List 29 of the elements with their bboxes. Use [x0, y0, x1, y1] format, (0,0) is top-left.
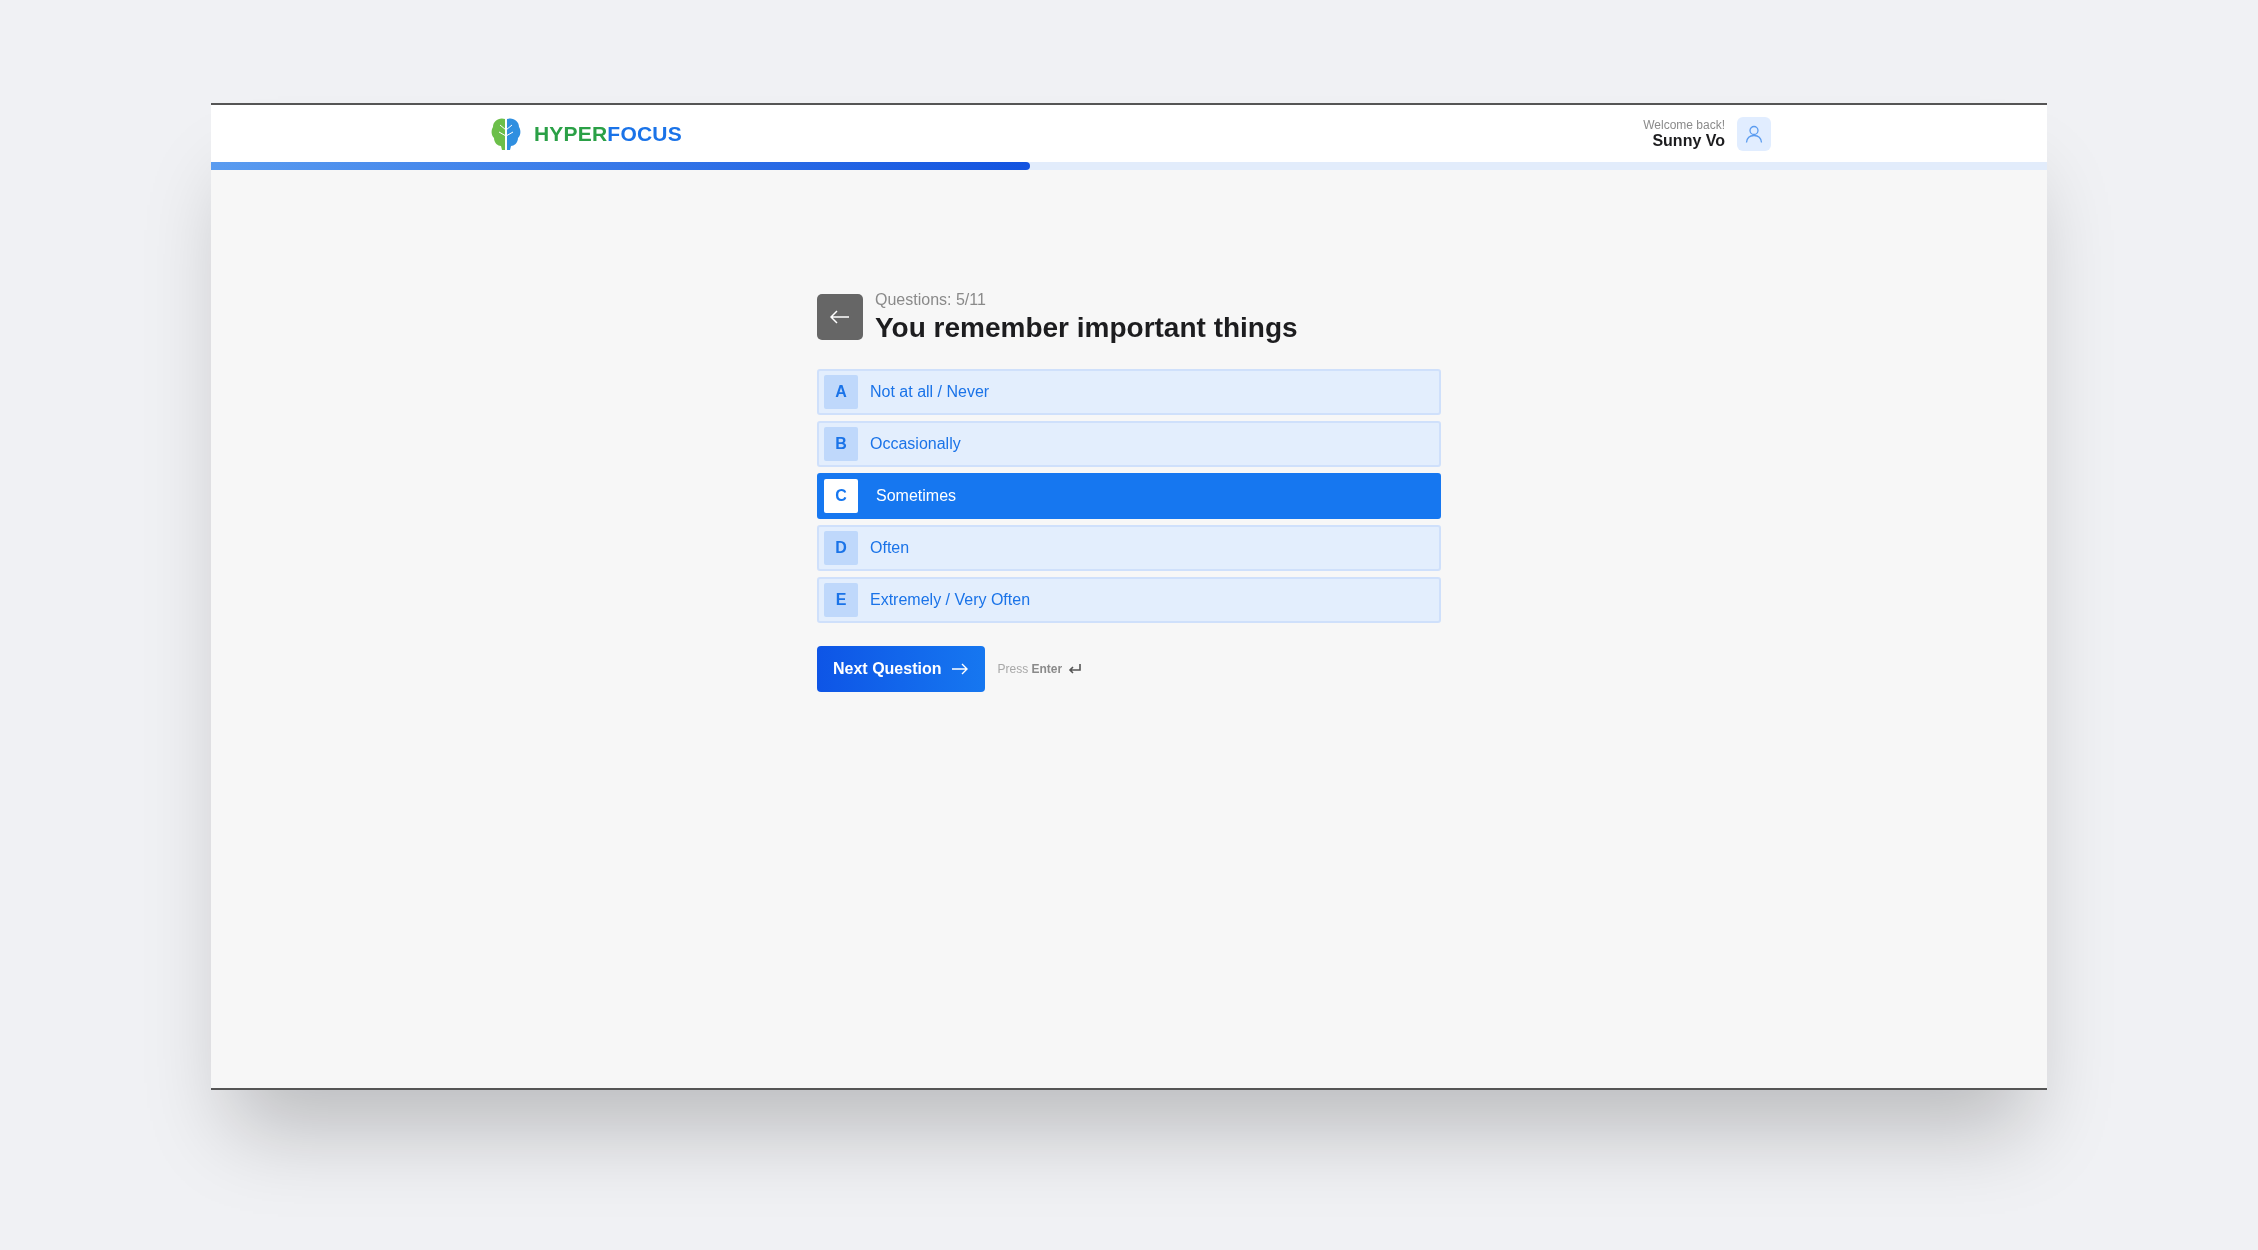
keyboard-hint: Press Enter	[997, 662, 1063, 676]
user-name: Sunny Vo	[1652, 131, 1725, 150]
back-arrow-icon	[830, 310, 850, 324]
option-letter: C	[824, 479, 858, 513]
option-label: Sometimes	[875, 487, 957, 505]
avatar-button[interactable]	[1737, 116, 1771, 151]
arrow-right-icon	[951, 663, 970, 675]
answer-option[interactable]: B Occasionally	[817, 421, 1441, 467]
answer-option[interactable]: C Sometimes	[817, 473, 1441, 519]
option-label: Often	[870, 539, 910, 557]
option-letter: D	[824, 531, 858, 565]
brand-wordmark: HYPERFOCUS	[534, 121, 682, 146]
option-letter: A	[824, 375, 858, 409]
option-letter: B	[824, 427, 858, 461]
answer-option[interactable]: E Extremely / Very Often	[817, 577, 1441, 623]
answer-option[interactable]: D Often	[817, 525, 1441, 571]
question-title: You remember important things	[875, 311, 1298, 345]
next-question-button[interactable]: Next Question	[817, 646, 986, 692]
option-letter: E	[824, 583, 858, 617]
enter-key-icon	[1068, 663, 1083, 675]
brain-logo-icon	[490, 115, 522, 152]
option-label: Occasionally	[870, 435, 961, 453]
answer-option[interactable]: A Not at all / Never	[817, 369, 1441, 415]
option-label: Not at all / Never	[870, 383, 990, 401]
question-counter: Questions: 5/11	[875, 290, 987, 309]
welcome-text: Welcome back!	[1643, 117, 1725, 132]
user-icon	[1745, 124, 1763, 143]
option-label: Extremely / Very Often	[870, 591, 1031, 609]
back-button[interactable]	[817, 294, 863, 340]
